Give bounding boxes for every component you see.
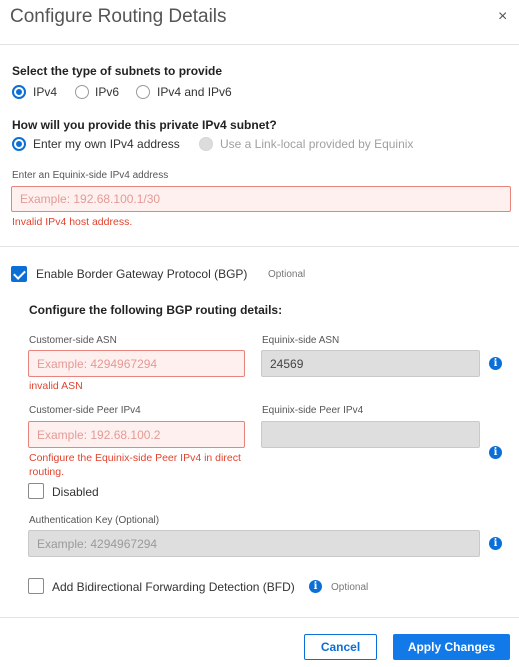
auth-key-input[interactable] (28, 530, 480, 557)
bgp-optional-label: Optional (268, 269, 306, 280)
info-icon[interactable]: i (489, 357, 502, 370)
radio-ipv4-ipv6-label[interactable]: IPv4 and IPv6 (157, 85, 232, 99)
subnet-type-label: Select the type of subnets to provide (12, 64, 223, 78)
provide-subnet-label: How will you provide this private IPv4 s… (12, 118, 277, 132)
customer-asn-error: invalid ASN (29, 380, 83, 392)
bfd-label[interactable]: Add Bidirectional Forwarding Detection (… (52, 580, 295, 594)
customer-asn-input[interactable] (28, 350, 245, 377)
equinix-ipv4-label: Enter an Equinix-side IPv4 address (12, 170, 169, 181)
customer-peer-label: Customer-side Peer IPv4 (29, 405, 141, 416)
apply-changes-button[interactable]: Apply Changes (393, 634, 510, 660)
cancel-button[interactable]: Cancel (304, 634, 377, 660)
equinix-asn-input (261, 350, 480, 377)
bgp-section-title: Configure the following BGP routing deta… (29, 303, 283, 317)
radio-link-local (199, 137, 213, 151)
radio-own-ipv4-label[interactable]: Enter my own IPv4 address (33, 137, 180, 151)
customer-peer-input[interactable] (28, 421, 245, 448)
disabled-checkbox[interactable] (28, 483, 44, 499)
info-icon[interactable]: i (489, 446, 502, 459)
customer-peer-error: Configure the Equinix-side Peer IPv4 in … (29, 452, 241, 478)
bgp-enable-label[interactable]: Enable Border Gateway Protocol (BGP) (36, 267, 247, 281)
equinix-ipv4-error: Invalid IPv4 host address. (12, 216, 133, 228)
equinix-asn-label: Equinix-side ASN (262, 335, 340, 346)
bfd-checkbox[interactable] (28, 578, 44, 594)
equinix-peer-label: Equinix-side Peer IPv4 (262, 405, 364, 416)
radio-ipv6-label[interactable]: IPv6 (95, 85, 119, 99)
equinix-ipv4-input[interactable] (11, 186, 511, 212)
radio-ipv4-ipv6[interactable] (136, 85, 150, 99)
header-divider (0, 44, 519, 45)
equinix-peer-input (261, 421, 480, 448)
dialog-title: Configure Routing Details (10, 6, 227, 27)
auth-key-label: Authentication Key (Optional) (29, 515, 160, 526)
bgp-checkbox[interactable] (11, 266, 27, 282)
radio-link-local-label: Use a Link-local provided by Equinix (220, 137, 414, 151)
close-icon[interactable]: × (498, 8, 507, 26)
bfd-optional-label: Optional (331, 582, 369, 593)
radio-ipv6[interactable] (75, 85, 89, 99)
disabled-label[interactable]: Disabled (52, 485, 99, 499)
info-icon[interactable]: i (309, 580, 322, 593)
info-icon[interactable]: i (489, 537, 502, 550)
customer-asn-label: Customer-side ASN (29, 335, 117, 346)
radio-ipv4[interactable] (12, 85, 26, 99)
footer-divider (0, 617, 519, 618)
section-divider (0, 246, 519, 247)
radio-ipv4-label[interactable]: IPv4 (33, 85, 57, 99)
radio-own-ipv4[interactable] (12, 137, 26, 151)
